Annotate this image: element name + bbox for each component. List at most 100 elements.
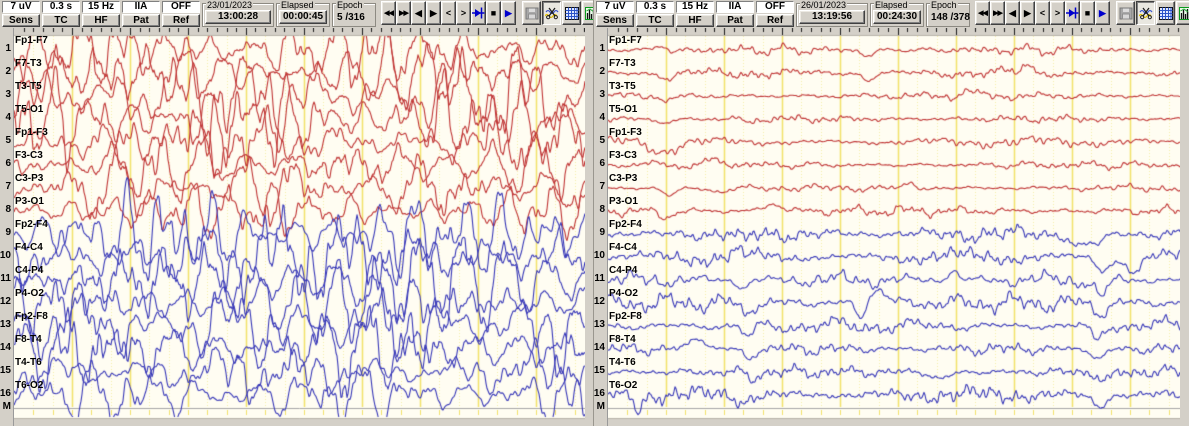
high-filter-control: 15 Hz HF — [676, 1, 714, 27]
channel-label: Fp1-F7 — [15, 35, 48, 46]
channel-number: 8 — [599, 205, 605, 215]
pattern-button[interactable]: Pat — [122, 14, 160, 27]
eeg-canvas — [14, 28, 585, 426]
marker-channel-label: M — [597, 402, 605, 412]
channel-label: F3-C3 — [15, 150, 43, 161]
channel-number: 14 — [0, 343, 11, 353]
record-date-group: 26/01/2023 13:19:56 — [796, 3, 868, 27]
marker-channel-label: M — [3, 402, 11, 412]
sensitivity-button[interactable]: Sens — [596, 14, 634, 27]
save-button[interactable] — [1116, 1, 1135, 25]
eeg-canvas — [608, 28, 1180, 426]
page-back-fast-button[interactable]: ◀◀ — [381, 1, 396, 25]
record-date-label: 26/01/2023 — [800, 1, 847, 10]
cut-waveform-button[interactable] — [1136, 1, 1155, 25]
channel-label: C3-P3 — [15, 173, 43, 184]
channel-number: 6 — [5, 159, 11, 169]
channel-number: 9 — [5, 228, 11, 238]
epoch-counter: 148 /378 — [929, 12, 969, 23]
channel-number: 2 — [599, 67, 605, 77]
high-filter-value: 15 Hz — [676, 1, 714, 13]
step-back-button[interactable]: < — [441, 1, 456, 25]
pattern-button[interactable]: Pat — [716, 14, 754, 27]
eeg-area: 12345678910111213141516M Fp1-F7F7-T3T3-T… — [594, 28, 1189, 426]
channel-number: 8 — [5, 205, 11, 215]
channel-number: 15 — [0, 366, 11, 376]
cut-waveform-button[interactable] — [542, 1, 561, 25]
step-forward-button[interactable]: > — [456, 1, 471, 25]
goto-marker-button[interactable] — [1065, 1, 1080, 25]
page-forward-fast-button[interactable]: ▶▶ — [396, 1, 411, 25]
reference-button[interactable]: Ref — [756, 14, 794, 27]
eeg-plot[interactable]: Fp1-F7F7-T3T3-T5T5-O1Fp1-F3F3-C3C3-P3P3-… — [14, 28, 585, 426]
channel-number: 13 — [0, 320, 11, 330]
channel-number: 12 — [0, 297, 11, 307]
time-constant-value: 0.3 s — [42, 1, 80, 13]
channel-label: T4-T6 — [15, 357, 42, 368]
channel-number: 2 — [5, 67, 11, 77]
channel-number: 7 — [5, 182, 11, 192]
channel-number-gutter: 12345678910111213141516M — [0, 28, 14, 426]
time-constant-button[interactable]: TC — [636, 14, 674, 27]
stop-button[interactable]: ■ — [486, 1, 501, 25]
channel-label: P4-O2 — [609, 288, 638, 299]
eeg-plot[interactable]: Fp1-F7F7-T3T3-T5T5-O1Fp1-F3F3-C3C3-P3P3-… — [608, 28, 1180, 426]
pattern-control: IIA Pat — [122, 1, 160, 27]
page-back-button[interactable]: ◀ — [1005, 1, 1020, 25]
channel-label: Fp1-F3 — [609, 127, 642, 138]
channel-label: F8-T4 — [609, 334, 636, 345]
channel-number: 1 — [599, 44, 605, 54]
reference-button[interactable]: Ref — [162, 14, 200, 27]
high-filter-button[interactable]: HF — [82, 14, 120, 27]
epoch-group: Epoch 5 /316 — [332, 3, 376, 27]
pattern-value: IIA — [122, 1, 160, 13]
channel-label: T3-T5 — [609, 81, 636, 92]
record-time-button[interactable]: 13:19:56 — [799, 10, 865, 24]
sensitivity-button[interactable]: Sens — [2, 14, 40, 27]
sensitivity-value: 7 uV — [596, 1, 634, 13]
channel-number-gutter: 12345678910111213141516M — [594, 28, 608, 426]
channel-label: C4-P4 — [15, 265, 43, 276]
pattern-value: IIA — [716, 1, 754, 13]
page-forward-fast-button[interactable]: ▶▶ — [990, 1, 1005, 25]
goto-marker-button[interactable] — [471, 1, 486, 25]
channel-number: 4 — [599, 113, 605, 123]
montage-map-button[interactable] — [1156, 1, 1175, 25]
step-back-button[interactable]: < — [1035, 1, 1050, 25]
eeg-panel-left: 7 uV Sens 0.3 s TC 15 Hz HF IIA Pat OFF … — [0, 0, 594, 426]
record-date-group: 23/01/2023 13:00:28 — [202, 3, 274, 27]
elapsed-group: Elapsed 00:00:45 — [276, 3, 330, 27]
channel-number: 13 — [594, 320, 605, 330]
channel-label: C3-P3 — [609, 173, 637, 184]
channel-label: P4-O2 — [15, 288, 44, 299]
channel-label: T4-T6 — [609, 357, 636, 368]
reference-value: OFF — [756, 1, 794, 13]
play-button[interactable]: ▶ — [1095, 1, 1110, 25]
step-forward-button[interactable]: > — [1050, 1, 1065, 25]
channel-number: 11 — [0, 274, 11, 284]
channel-label: T5-O1 — [15, 104, 43, 115]
channel-label: T6-O2 — [609, 380, 637, 391]
play-button[interactable]: ▶ — [501, 1, 516, 25]
page-forward-button[interactable]: ▶ — [426, 1, 441, 25]
page-forward-button[interactable]: ▶ — [1020, 1, 1035, 25]
stop-button[interactable]: ■ — [1080, 1, 1095, 25]
save-button[interactable] — [522, 1, 541, 25]
toolbar-icons — [1116, 1, 1189, 27]
channel-number: 7 — [599, 182, 605, 192]
channel-number: 4 — [5, 113, 11, 123]
time-constant-control: 0.3 s TC — [42, 1, 80, 27]
epoch-label: Epoch — [930, 1, 958, 10]
channel-label: P3-O1 — [609, 196, 638, 207]
high-filter-button[interactable]: HF — [676, 14, 714, 27]
montage-map-button[interactable] — [562, 1, 581, 25]
page-back-fast-button[interactable]: ◀◀ — [975, 1, 990, 25]
histogram-button[interactable] — [1176, 1, 1189, 25]
histogram-button[interactable] — [582, 1, 594, 25]
epoch-label: Epoch — [336, 1, 364, 10]
page-back-button[interactable]: ◀ — [411, 1, 426, 25]
time-constant-button[interactable]: TC — [42, 14, 80, 27]
channel-label: F3-C3 — [609, 150, 637, 161]
channel-label: Fp1-F7 — [609, 35, 642, 46]
record-time-button[interactable]: 13:00:28 — [205, 10, 271, 24]
